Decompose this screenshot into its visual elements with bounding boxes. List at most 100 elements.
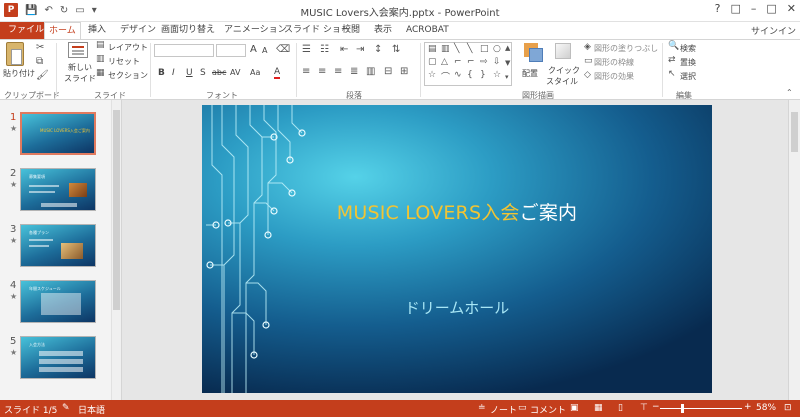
signin-link[interactable]: サインイン [751, 24, 796, 37]
slide-title[interactable]: MUSIC LOVERS入会ご案内 [202, 198, 712, 225]
new-slide-label-2[interactable]: スライド [64, 73, 96, 84]
bold-button[interactable]: B [158, 68, 165, 78]
zoom-in-icon[interactable]: + [744, 402, 752, 412]
quick-styles-label-2[interactable]: スタイル [546, 76, 578, 87]
new-slide-icon[interactable] [68, 42, 88, 58]
star5-shape-icon[interactable]: ☆ [493, 70, 501, 80]
font-color-button[interactable]: A [274, 67, 281, 79]
smartart-icon[interactable]: ⊞ [400, 66, 408, 77]
quick-styles-label[interactable]: クイック [548, 65, 580, 76]
line2-shape-icon[interactable]: ╲ [467, 44, 472, 54]
wave-shape-icon[interactable]: ∿ [454, 70, 462, 80]
layout-button[interactable]: レイアウト [108, 42, 148, 53]
format-painter-icon[interactable]: 🖌 [36, 70, 49, 81]
numbering-icon[interactable]: ☷ [320, 44, 329, 55]
slide-subtitle[interactable]: ドリームホール [202, 297, 712, 318]
tab-view[interactable]: 表示 [370, 22, 396, 39]
slide-thumbnail-2[interactable]: 募集要項 [20, 168, 96, 211]
paste-icon[interactable] [6, 42, 24, 66]
clear-format-icon[interactable]: ⌫ [276, 44, 290, 55]
tab-review[interactable]: 校閲 [338, 22, 364, 39]
slide-thumbnail-5[interactable]: 入会方法 [20, 336, 96, 379]
elbow-connector-shape-icon[interactable]: ⌐ [454, 57, 462, 67]
cut-icon[interactable]: ✂ [36, 42, 44, 53]
ribbon-display-options-icon[interactable]: □ [730, 2, 740, 15]
quick-styles-icon[interactable] [555, 43, 571, 59]
strikethrough-button[interactable]: abc [212, 68, 226, 77]
decrease-indent-icon[interactable]: ⇤ [340, 44, 348, 55]
char-spacing-button[interactable]: AV [230, 68, 240, 77]
reset-button[interactable]: リセット [108, 56, 140, 67]
copy-icon[interactable]: ⧉ [36, 56, 43, 67]
triangle-shape-icon[interactable]: △ [441, 57, 448, 67]
collapse-ribbon-icon[interactable]: ⌃ [786, 88, 793, 97]
reading-view-icon[interactable]: ▯ [618, 403, 623, 413]
increase-indent-icon[interactable]: ⇥ [356, 44, 364, 55]
minimize-icon[interactable]: – [751, 2, 757, 15]
spellcheck-icon[interactable]: ✎ [62, 403, 70, 413]
align-right-icon[interactable]: ≡ [334, 66, 342, 77]
find-button[interactable]: 検索 [680, 43, 696, 54]
align-left-icon[interactable]: ≡ [302, 66, 310, 77]
curve-shape-icon[interactable]: ⌒ [441, 70, 450, 83]
star-shape-icon[interactable]: ☆ [428, 70, 436, 80]
slide-thumbnail-3[interactable]: 各種プラン [20, 224, 96, 267]
slide-thumbnail-1[interactable]: MUSIC LOVERS入会ご案内 [20, 112, 96, 155]
zoom-slider-handle[interactable] [680, 404, 684, 413]
brace-right-shape-icon[interactable]: } [480, 70, 486, 80]
align-text-icon[interactable]: ⊟ [384, 66, 392, 77]
justify-icon[interactable]: ≣ [350, 66, 358, 77]
rounded-rect-shape-icon[interactable]: ▢ [428, 57, 437, 67]
brace-left-shape-icon[interactable]: { [467, 70, 473, 80]
slide-scrollbar[interactable] [788, 100, 800, 400]
current-slide[interactable]: MUSIC LOVERS入会ご案内 ドリームホール [202, 105, 712, 393]
gallery-scroll-down-icon[interactable]: ▼ [505, 59, 510, 67]
thumbnails-scrollbar[interactable] [111, 100, 121, 400]
font-size-select[interactable] [216, 44, 246, 57]
rectangle-shape-icon[interactable]: □ [480, 44, 489, 54]
columns-icon[interactable]: ▥ [366, 66, 375, 77]
tab-design[interactable]: デザイン [116, 22, 160, 39]
maximize-icon[interactable]: □ [766, 2, 776, 15]
replace-button[interactable]: 置換 [680, 57, 696, 68]
notes-button[interactable]: ノート [490, 403, 517, 416]
line-shape-icon[interactable]: ╲ [454, 44, 459, 54]
line-spacing-icon[interactable]: ↕ [374, 44, 382, 55]
section-button[interactable]: セクション [108, 70, 148, 81]
gallery-scroll-up-icon[interactable]: ▲ [505, 44, 510, 52]
shapes-gallery[interactable]: ▤ ▥ ╲ ╲ □ ○ ▢ △ ⌐ ⌐ ⇨ ⇩ ☆ ⌒ ∿ { } ☆ ▲ ▼ … [424, 42, 512, 86]
font-name-select[interactable] [154, 44, 214, 57]
shape-fill-icon[interactable]: ◈ [584, 42, 591, 52]
oval-shape-icon[interactable]: ○ [493, 44, 501, 54]
tab-insert[interactable]: 挿入 [84, 22, 110, 39]
close-icon[interactable]: ✕ [787, 2, 796, 15]
find-icon[interactable]: 🔍 [668, 41, 679, 51]
zoom-slider[interactable] [660, 408, 742, 409]
align-center-icon[interactable]: ≡ [318, 66, 326, 77]
slide-thumbnail-4[interactable]: 年間スケジュール [20, 280, 96, 323]
zoom-level[interactable]: 58% [756, 403, 776, 413]
select-icon[interactable]: ↖ [668, 69, 676, 79]
tab-transitions[interactable]: 画面切り替え [157, 22, 219, 39]
shape-outline-icon[interactable]: ▭ [584, 56, 593, 66]
tab-home[interactable]: ホーム [44, 22, 81, 40]
language-indicator[interactable]: 日本語 [78, 403, 105, 416]
comments-button[interactable]: コメント [530, 403, 566, 416]
replace-icon[interactable]: ⇄ [668, 55, 676, 65]
shadow-button[interactable]: S [200, 68, 206, 78]
section-icon[interactable]: ▦ [96, 68, 105, 78]
bullets-icon[interactable]: ☰ [302, 44, 311, 55]
change-case-button[interactable]: Aa [250, 68, 260, 77]
shape-effects-button[interactable]: 図形の効果 [594, 71, 634, 82]
shrink-font-button[interactable]: A [262, 46, 267, 55]
elbow-arrow-shape-icon[interactable]: ⌐ [467, 57, 475, 67]
zoom-out-icon[interactable]: − [652, 402, 660, 412]
down-arrow-shape-icon[interactable]: ⇩ [493, 57, 501, 67]
select-button[interactable]: 選択 [680, 71, 696, 82]
textbox-shape-icon[interactable]: ▤ [428, 44, 437, 54]
layout-icon[interactable]: ▤ [96, 40, 105, 50]
scrollbar-thumb[interactable] [791, 112, 798, 152]
text-direction-icon[interactable]: ⇅ [392, 44, 400, 55]
arrange-icon[interactable] [524, 43, 543, 62]
shape-effects-icon[interactable]: ◇ [584, 70, 591, 80]
